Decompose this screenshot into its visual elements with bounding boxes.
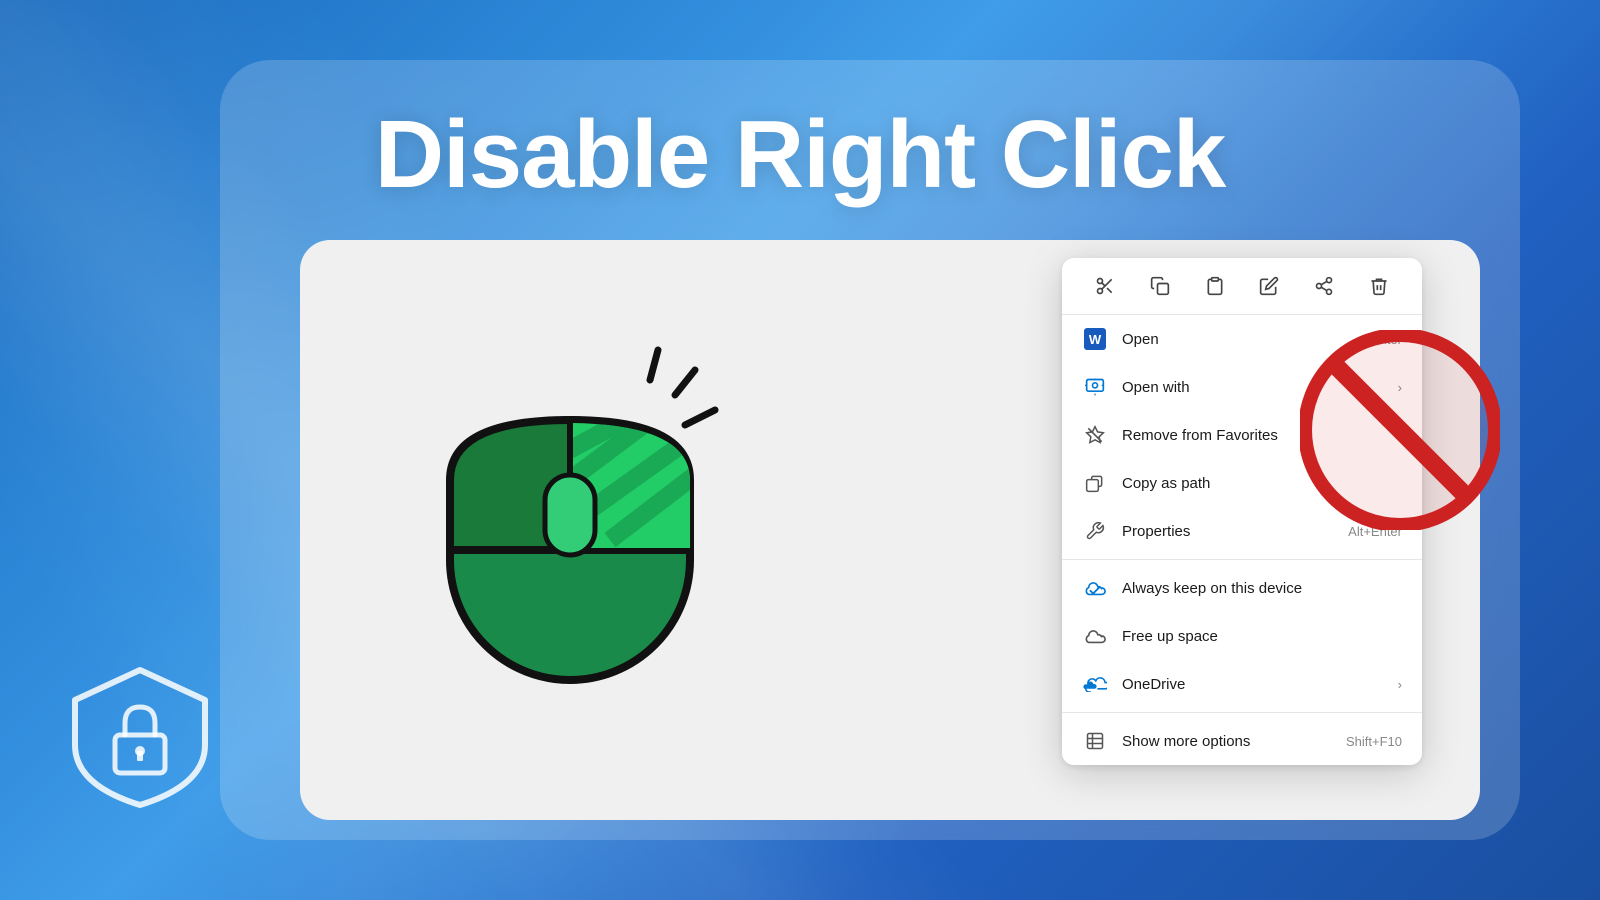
menu-item-free-space[interactable]: Free up space [1062, 612, 1422, 660]
more-options-icon [1082, 728, 1108, 754]
shield-lock-icon [60, 655, 220, 820]
delete-toolbar-icon[interactable] [1361, 268, 1397, 304]
copy-toolbar-icon[interactable] [1142, 268, 1178, 304]
properties-icon [1082, 518, 1108, 544]
page-title: Disable Right Click [0, 100, 1600, 210]
paste-toolbar-icon[interactable] [1197, 268, 1233, 304]
cut-toolbar-icon[interactable] [1087, 268, 1123, 304]
no-entry-sign [1300, 330, 1500, 530]
mouse-illustration [380, 280, 760, 700]
free-space-label: Free up space [1122, 628, 1402, 645]
more-options-label: Show more options [1122, 733, 1338, 750]
menu-toolbar [1062, 258, 1422, 315]
star-icon [1082, 422, 1108, 448]
open-with-icon [1082, 374, 1108, 400]
menu-divider-1 [1062, 559, 1422, 560]
more-options-shortcut: Shift+F10 [1346, 734, 1402, 749]
onedrive-keep-icon [1082, 575, 1108, 601]
menu-item-keep-device[interactable]: Always keep on this device [1062, 564, 1422, 612]
share-toolbar-icon[interactable] [1306, 268, 1342, 304]
word-icon: W [1082, 326, 1108, 352]
copy-path-icon [1082, 470, 1108, 496]
onedrive-arrow: › [1398, 677, 1402, 692]
rename-toolbar-icon[interactable] [1251, 268, 1287, 304]
onedrive-free-icon [1082, 623, 1108, 649]
menu-divider-2 [1062, 712, 1422, 713]
menu-item-more-options[interactable]: Show more options Shift+F10 [1062, 717, 1422, 765]
menu-item-onedrive[interactable]: OneDrive › [1062, 660, 1422, 708]
onedrive-icon [1082, 671, 1108, 697]
onedrive-label: OneDrive [1122, 676, 1390, 693]
keep-device-label: Always keep on this device [1122, 580, 1402, 597]
